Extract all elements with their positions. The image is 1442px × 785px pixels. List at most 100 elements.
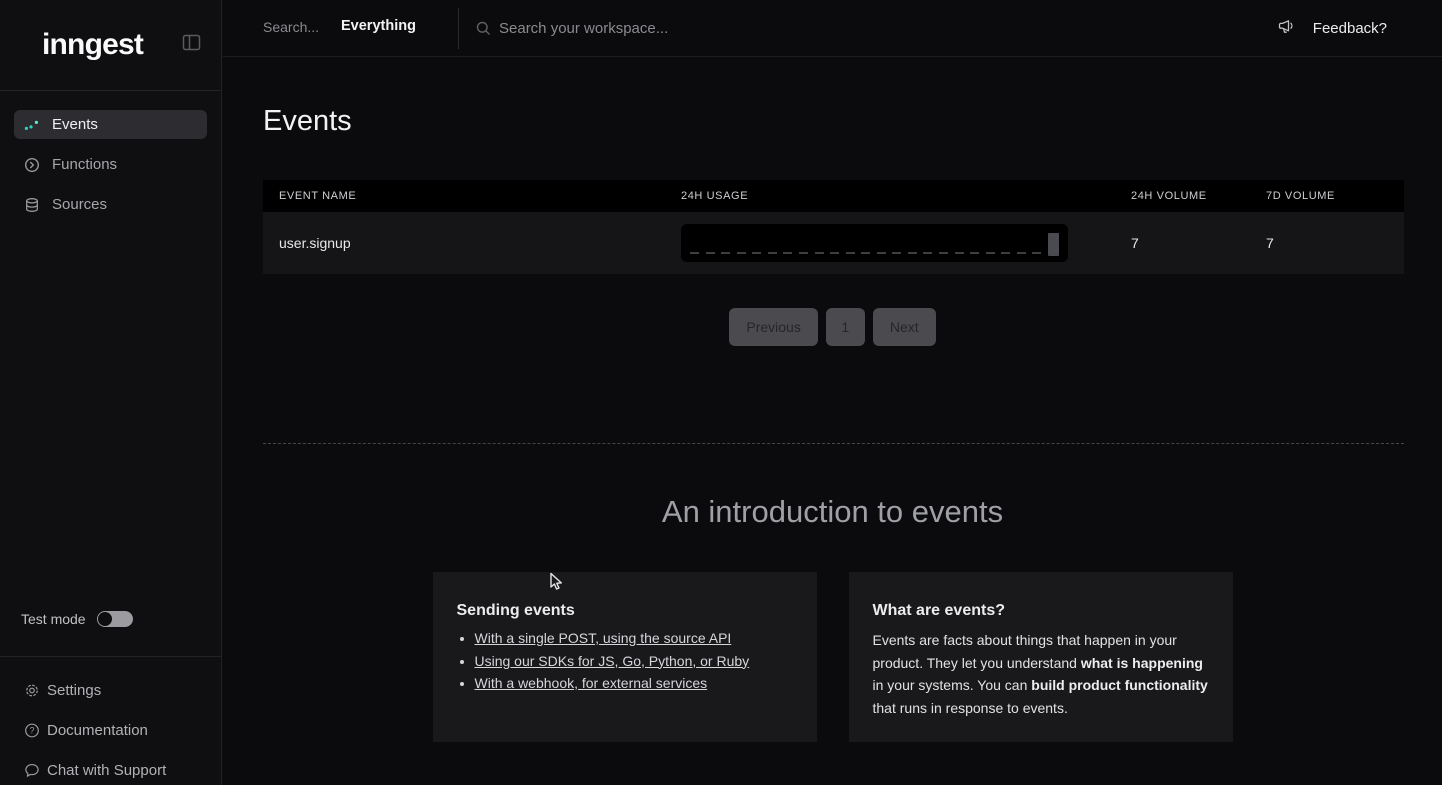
feedback-link[interactable]: Feedback? [1313,20,1387,37]
usage-zero-dash [877,252,886,254]
usage-zero-dash [752,252,761,254]
usage-zero-dash [861,252,870,254]
column-header-7d-volume: 7D VOLUME [1266,190,1404,202]
usage-chart-cell [681,224,1131,262]
usage-zero-dash [955,252,964,254]
sidebar-collapse-button[interactable] [182,33,201,57]
text-run: that runs in response to events. [873,700,1068,716]
pagination: Previous 1 Next [223,308,1442,346]
usage-zero-dash [908,252,917,254]
usage-zero-dash [721,252,730,254]
usage-zero-dash [690,252,699,254]
sidebar-item-events[interactable]: Events [14,110,207,139]
event-name-cell: user.signup [263,235,681,251]
sidebar-item-label: Sources [52,196,107,213]
list-item: With a single POST, using the source API [475,629,793,649]
usage-bar [1048,233,1059,256]
doc-link[interactable]: With a single POST, using the source API [475,630,732,646]
usage-zero-dash [799,252,808,254]
sidebar-nav: Events Functions Sources [0,91,221,219]
column-header-event-name: EVENT NAME [263,190,681,202]
test-mode-label: Test mode [21,611,86,627]
sidebar-item-sources[interactable]: Sources [14,190,207,219]
sidebar-item-settings[interactable]: Settings [0,670,221,710]
usage-zero-dash [970,252,979,254]
what-are-events-text: Events are facts about things that happe… [873,629,1209,719]
panel-toggle-icon [182,33,201,57]
usage-zero-dash [815,252,824,254]
usage-chart [681,224,1068,262]
list-item: With a webhook, for external services [475,674,793,694]
svg-text:?: ? [30,725,35,735]
megaphone-icon[interactable] [1278,18,1296,40]
page-number-button[interactable]: 1 [826,308,865,346]
sidebar-item-label: Functions [52,156,117,173]
workspace-search-input[interactable] [499,14,919,42]
section-divider [263,443,1404,444]
topbar-divider [458,8,459,49]
usage-zero-dash [986,252,995,254]
sending-events-list: With a single POST, using the source API… [475,629,793,694]
topbar: Search... Everything Feedback? [223,0,1442,57]
bold-text-run: what is happening [1081,655,1203,671]
footer-item-label: Settings [47,682,101,699]
circle-chevron-icon [24,157,40,173]
usage-zero-dash [892,252,901,254]
page-title: Events [263,104,1442,138]
usage-zero-dash [1032,252,1041,254]
search-scope-label[interactable]: Search... [263,19,319,35]
intro-cards: Sending events With a single POST, using… [223,572,1442,742]
previous-page-button[interactable]: Previous [729,308,817,346]
events-table: EVENT NAME 24H USAGE 24H VOLUME 7D VOLUM… [263,180,1404,274]
what-are-events-card: What are events? Events are facts about … [849,572,1233,742]
sidebar-footer: Settings ? Documentation Chat with Suppo… [0,670,221,785]
sending-events-card: Sending events With a single POST, using… [433,572,817,742]
database-icon [24,197,40,213]
inngest-logo[interactable]: inngest [42,28,143,62]
column-header-24h-usage: 24H USAGE [681,190,1131,202]
volume-7d-cell: 7 [1266,235,1404,251]
list-item: Using our SDKs for JS, Go, Python, or Ru… [475,652,793,672]
scatter-dots-icon [24,118,40,132]
question-circle-icon: ? [24,722,40,739]
gear-icon [24,682,40,699]
usage-zero-dash [768,252,777,254]
footer-item-label: Documentation [47,722,148,739]
topbar-right: Feedback? [1278,0,1387,57]
sidebar-item-label: Events [52,116,98,133]
footer-item-label: Chat with Support [47,762,166,779]
test-mode-toggle[interactable] [97,611,133,627]
table-row[interactable]: user.signup 7 7 [263,212,1404,274]
sidebar-footer-divider [0,656,221,657]
search-icon [476,21,491,41]
usage-zero-dash [1017,252,1026,254]
usage-zero-dash [923,252,932,254]
sidebar-item-chat-support[interactable]: Chat with Support [0,750,221,785]
intro-heading: An introduction to events [223,492,1442,532]
test-mode-row: Test mode [21,611,133,627]
sidebar: inngest Events [0,0,222,785]
usage-zero-dash [1001,252,1010,254]
usage-zero-dash [706,252,715,254]
doc-link[interactable]: With a webhook, for external services [475,675,708,691]
volume-24h-cell: 7 [1131,235,1266,251]
next-page-button[interactable]: Next [873,308,936,346]
column-header-24h-volume: 24H VOLUME [1131,190,1266,202]
chat-bubble-icon [24,762,40,779]
usage-zero-dash [846,252,855,254]
usage-zero-dash [939,252,948,254]
text-run: in your systems. You can [873,677,1032,693]
doc-link[interactable]: Using our SDKs for JS, Go, Python, or Ru… [475,653,750,669]
card-title: Sending events [457,602,793,620]
search-filter-everything[interactable]: Everything [341,18,416,34]
toggle-knob [98,612,112,626]
sidebar-header: inngest [0,0,221,91]
table-header-row: EVENT NAME 24H USAGE 24H VOLUME 7D VOLUM… [263,180,1404,212]
main-content: Events EVENT NAME 24H USAGE 24H VOLUME 7… [223,58,1442,785]
sidebar-item-functions[interactable]: Functions [14,150,207,179]
bold-text-run: build product functionality [1031,677,1208,693]
sidebar-item-documentation[interactable]: ? Documentation [0,710,221,750]
usage-zero-dash [737,252,746,254]
card-title: What are events? [873,602,1209,620]
usage-zero-dash [783,252,792,254]
